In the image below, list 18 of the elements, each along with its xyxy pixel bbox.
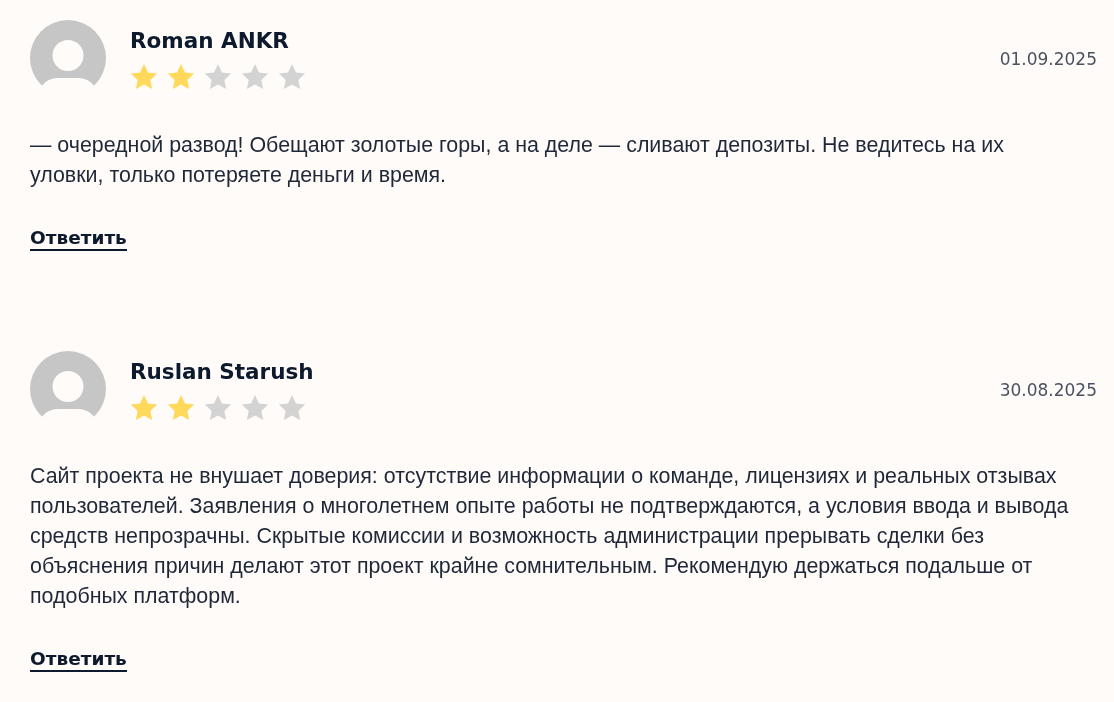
star-icon: [130, 395, 158, 420]
review-date: 01.09.2025: [999, 48, 1097, 69]
star-icon: [167, 395, 195, 420]
reply-link[interactable]: Ответить: [30, 647, 127, 672]
author-name: Roman ANKR: [130, 27, 290, 55]
review-text: Сайт проекта не внушает доверия: отсутствие информации о команде, лицензиях и реальных отзывах пользователей. Заявления о многолетнем опыте работы не подтверждаются, а условия ввода и вывода средств непрозрачны. Скрытые комиссии и возможность администрации прерывать сделки без объяснения причин делают этот проект крайне сомнительным. Рекомендую держаться подальше от подобных платформ.: [30, 463, 1070, 610]
reply-link[interactable]: Ответить: [30, 226, 127, 251]
star-icon: [241, 395, 269, 420]
star-icon: [204, 395, 232, 420]
review-text: — очередной развод! Обещают золотые горы, а на деле — сливают депозиты. Не ведитесь на их уловки, только потеряете деньги и время.: [30, 132, 1005, 189]
author-name: Ruslan Starush: [130, 358, 314, 386]
star-icon: [278, 64, 306, 89]
star-icon: [130, 64, 158, 89]
star-icon: [204, 64, 232, 89]
star-icon: [167, 64, 195, 89]
star-icon: [278, 395, 306, 420]
review-date: 30.08.2025: [999, 379, 1097, 400]
star-icon: [241, 64, 269, 89]
